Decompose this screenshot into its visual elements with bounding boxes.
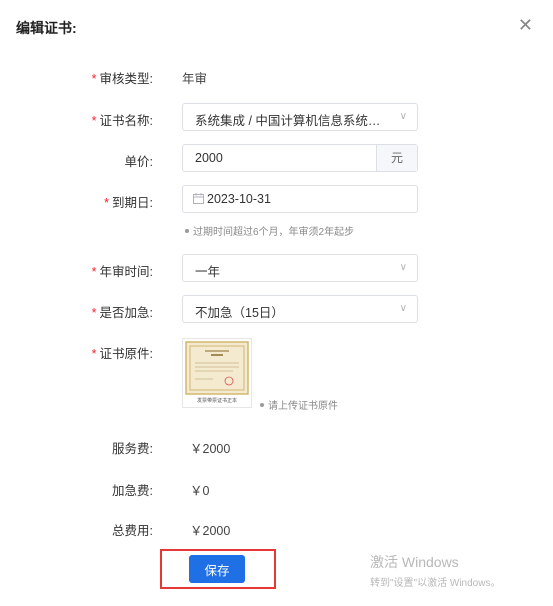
cert-name-label: * 证书名称:	[91, 114, 153, 128]
upload-hint: 请上传证书原件	[260, 397, 338, 412]
calendar-icon	[193, 193, 204, 204]
required-mark: *	[91, 265, 97, 279]
required-mark: *	[91, 306, 97, 320]
urgent-select[interactable]: 不加急（15日） ∨	[182, 295, 418, 323]
total-fee-value: ￥2000	[190, 524, 231, 538]
cert-file-label: * 证书原件:	[91, 347, 153, 361]
audit-type-label: * 审核类型:	[91, 72, 153, 86]
audit-type-value: 年审	[182, 72, 208, 86]
certificate-caption: 发票带票证书正本	[196, 398, 237, 404]
required-mark: *	[91, 72, 97, 86]
required-mark: *	[91, 114, 97, 128]
certificate-thumbnail[interactable]: 发票带票证书正本	[182, 338, 252, 408]
chevron-down-icon: ∨	[399, 262, 407, 273]
audit-period-value: 一年	[195, 265, 221, 279]
chevron-down-icon: ∨	[399, 303, 407, 314]
urgent-fee-label: 加急费:	[112, 484, 153, 498]
watermark-line1: 激活 Windows	[370, 554, 459, 570]
expiry-label: * 到期日:	[104, 196, 153, 210]
dialog-title: 编辑证书:	[16, 20, 77, 36]
urgent-label: * 是否加急:	[91, 306, 153, 320]
price-value: 2000	[195, 151, 223, 165]
save-button[interactable]: 保存	[189, 555, 245, 583]
expiry-date-picker[interactable]: 2023-10-31	[182, 185, 418, 213]
cert-name-value: 系统集成 / 中国计算机信息系统集成行业协会	[195, 114, 391, 128]
audit-period-select[interactable]: 一年 ∨	[182, 254, 418, 282]
required-mark: *	[91, 347, 97, 361]
required-mark: *	[104, 196, 110, 210]
close-icon[interactable]: ✕	[518, 16, 533, 34]
urgent-value: 不加急（15日）	[195, 306, 284, 320]
edit-certificate-dialog: 编辑证书: ✕ * 审核类型: 年审 * 证书名称: 系统集成 / 中国计算机信息系…	[0, 0, 553, 606]
bullet-dot-icon	[185, 229, 189, 234]
chevron-down-icon: ∨	[399, 111, 407, 122]
price-unit-suffix: 元	[376, 145, 417, 171]
expiry-hint: 过期时间超过6个月，年审须2年起步	[185, 223, 354, 238]
price-input[interactable]: 2000 元	[182, 144, 418, 172]
bullet-dot-icon	[260, 403, 264, 408]
watermark-line2: 转到"设置"以激活 Windows。	[370, 578, 501, 589]
service-fee-value: ￥2000	[190, 442, 231, 456]
audit-period-label: * 年审时间:	[91, 265, 153, 279]
windows-activation-watermark: 激活 Windows 转到"设置"以激活 Windows。	[370, 552, 500, 589]
cert-name-select[interactable]: 系统集成 / 中国计算机信息系统集成行业协会 ∨	[182, 103, 418, 131]
urgent-fee-value: ￥0	[190, 484, 210, 498]
service-fee-label: 服务费:	[112, 442, 153, 456]
total-fee-label: 总费用:	[112, 524, 153, 538]
expiry-date-value: 2023-10-31	[207, 192, 271, 206]
price-label: 单价:	[124, 155, 153, 169]
